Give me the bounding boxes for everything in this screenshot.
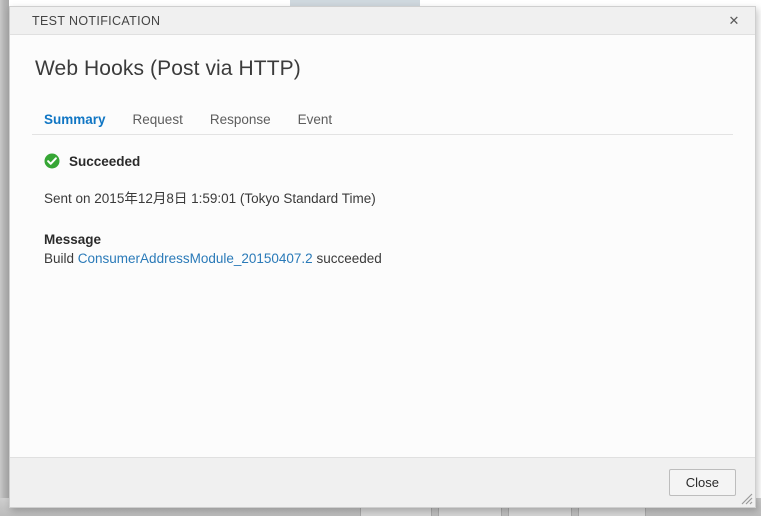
tab-summary[interactable]: Summary xyxy=(44,112,106,128)
message-prefix: Build xyxy=(44,251,78,266)
page-title: Web Hooks (Post via HTTP) xyxy=(35,57,301,80)
status-badge: Succeeded xyxy=(69,153,141,169)
success-check-icon xyxy=(44,153,60,169)
tab-strip: Summary Request Response Event xyxy=(32,112,733,135)
build-link[interactable]: ConsumerAddressModule_20150407.2 xyxy=(78,251,313,266)
close-icon[interactable]: ✕ xyxy=(721,9,747,33)
dialog-titlebar: TEST NOTIFICATION ✕ xyxy=(10,7,755,35)
tab-request[interactable]: Request xyxy=(133,112,183,128)
close-button[interactable]: Close xyxy=(668,469,736,496)
dialog-body: Web Hooks (Post via HTTP) Summary Reques… xyxy=(10,35,755,457)
sent-timestamp: Sent on 2015年12月8日 1:59:01 (Tokyo Standa… xyxy=(44,191,376,206)
backdrop-left-gutter xyxy=(0,0,9,516)
resize-grip-icon[interactable] xyxy=(739,491,753,505)
message-suffix: succeeded xyxy=(312,251,382,266)
dialog-title: TEST NOTIFICATION xyxy=(32,13,161,28)
tab-event[interactable]: Event xyxy=(298,112,333,128)
summary-panel: Succeeded Sent on 2015年12月8日 1:59:01 (To… xyxy=(32,153,733,266)
test-notification-dialog: TEST NOTIFICATION ✕ Web Hooks (Post via … xyxy=(9,6,756,508)
tab-response[interactable]: Response xyxy=(210,112,271,128)
dialog-footer: Close xyxy=(10,457,755,507)
status-row: Succeeded xyxy=(44,153,733,169)
message-body: Build ConsumerAddressModule_20150407.2 s… xyxy=(44,251,733,266)
message-label: Message xyxy=(44,232,102,247)
